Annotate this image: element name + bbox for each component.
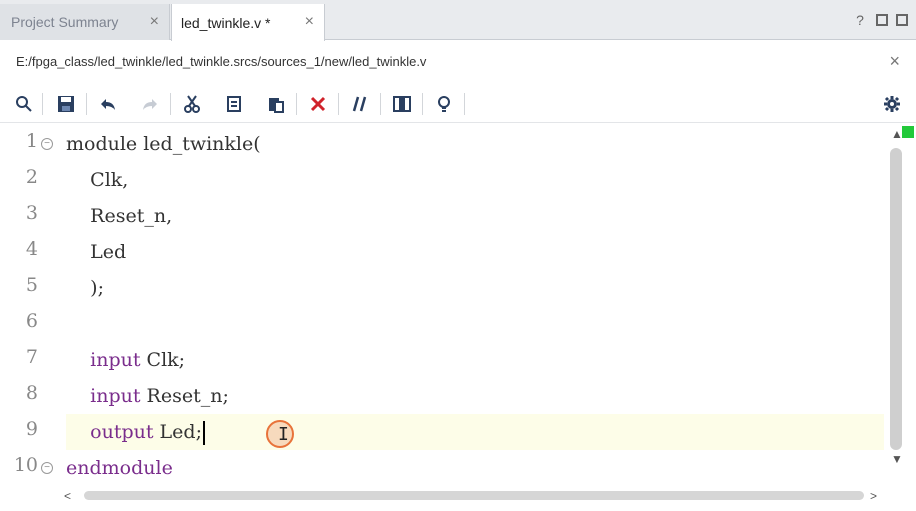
- line-number: 4: [25, 238, 38, 260]
- horizontal-scrollbar[interactable]: < >: [64, 479, 884, 511]
- tab-led-twinkle[interactable]: led_twinkle.v * ×: [171, 4, 325, 41]
- code-line: input Reset_n;: [66, 385, 229, 407]
- line-number: 7: [25, 346, 38, 368]
- code-area[interactable]: module led_twinkle( Clk, Reset_n, Led );…: [66, 124, 884, 493]
- code-line: Reset_n,: [66, 205, 173, 227]
- scroll-left-icon[interactable]: <: [64, 489, 71, 503]
- columns-icon[interactable]: [392, 94, 412, 114]
- tab-project-summary[interactable]: Project Summary ×: [0, 4, 170, 40]
- undo-icon[interactable]: [98, 94, 118, 114]
- window-controls: ?: [852, 12, 908, 28]
- code-line: );: [66, 277, 104, 299]
- scroll-down-icon[interactable]: ▼: [891, 452, 903, 466]
- search-icon[interactable]: [14, 94, 34, 114]
- copy-icon[interactable]: [224, 94, 244, 114]
- comment-icon[interactable]: [350, 94, 370, 114]
- close-icon[interactable]: ×: [305, 13, 314, 31]
- fold-icon[interactable]: −: [41, 138, 53, 150]
- editor-tab-bar: Project Summary × led_twinkle.v * × ?: [0, 0, 916, 41]
- text-caret: [202, 421, 205, 445]
- tab-label: led_twinkle.v *: [181, 14, 271, 31]
- gear-icon[interactable]: [882, 94, 902, 114]
- delete-icon[interactable]: [308, 94, 328, 114]
- line-number: 3: [25, 202, 38, 224]
- scroll-thumb[interactable]: [84, 491, 864, 500]
- file-path-bar: E:/fpga_class/led_twinkle/led_twinkle.sr…: [0, 41, 916, 85]
- line-number: 5: [25, 274, 38, 296]
- paste-icon[interactable]: [266, 94, 286, 114]
- status-marker: [902, 126, 914, 138]
- code-line: module led_twinkle(: [66, 133, 261, 155]
- code-editor[interactable]: 1 − 2 3 4 5 6 7 8 9 10 − module led_twin…: [0, 124, 916, 511]
- file-path: E:/fpga_class/led_twinkle/led_twinkle.sr…: [16, 54, 427, 69]
- code-line-current: output Led;: [66, 414, 884, 450]
- close-icon[interactable]: ×: [889, 51, 900, 72]
- code-line: Led: [66, 241, 127, 263]
- maximize-icon[interactable]: [896, 14, 908, 26]
- redo-icon[interactable]: [140, 94, 160, 114]
- vertical-scrollbar[interactable]: ▲ ▼: [886, 124, 916, 493]
- scroll-right-icon[interactable]: >: [870, 489, 877, 503]
- restore-icon[interactable]: [876, 14, 888, 26]
- editor-toolbar: [0, 85, 916, 123]
- close-icon[interactable]: ×: [150, 13, 159, 31]
- line-number: 9: [25, 418, 38, 440]
- tab-label: Project Summary: [11, 14, 119, 30]
- line-number: 1: [25, 130, 38, 152]
- line-number-gutter: 1 − 2 3 4 5 6 7 8 9 10 −: [0, 124, 64, 493]
- cut-icon[interactable]: [182, 94, 202, 114]
- save-icon[interactable]: [56, 94, 76, 114]
- scroll-thumb[interactable]: [890, 148, 902, 450]
- line-number: 2: [25, 166, 38, 188]
- line-number: 8: [25, 382, 38, 404]
- lightbulb-icon[interactable]: [434, 94, 454, 114]
- fold-icon[interactable]: −: [41, 462, 53, 474]
- ibeam-cursor-icon: I: [278, 424, 289, 445]
- help-icon[interactable]: ?: [852, 12, 868, 28]
- line-number: 10: [13, 454, 38, 476]
- line-number: 6: [25, 310, 38, 332]
- code-line: input Clk;: [66, 349, 186, 371]
- code-line: Clk,: [66, 169, 129, 191]
